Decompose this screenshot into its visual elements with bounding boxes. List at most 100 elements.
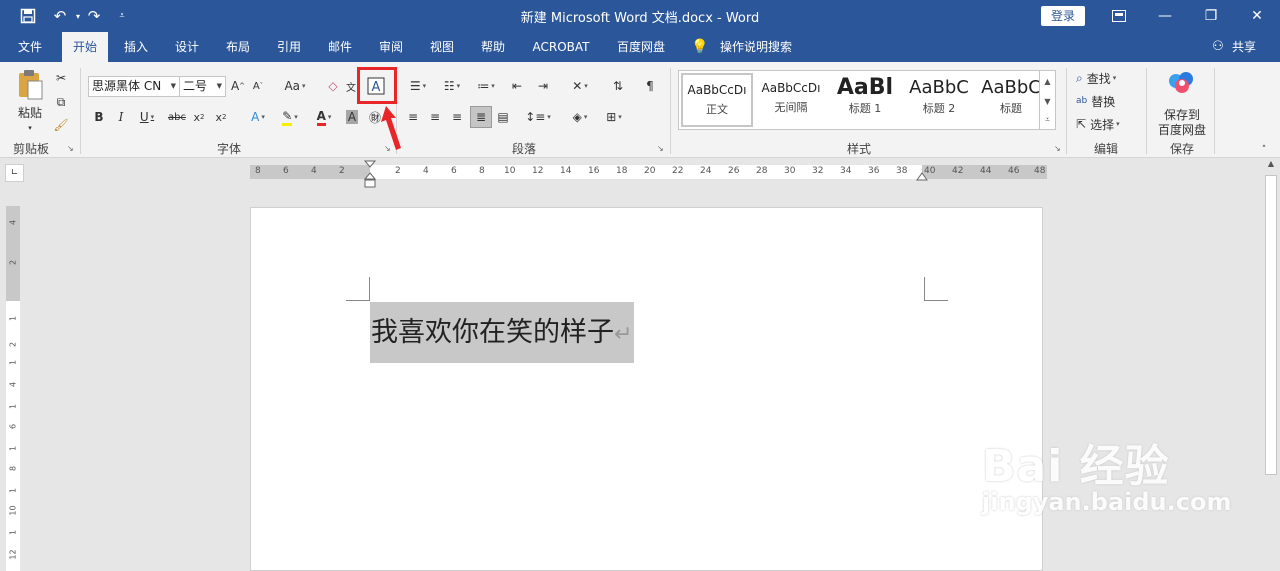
font-name-combo[interactable]: 思源黑体 CN ▼ bbox=[88, 76, 180, 97]
character-shading-icon[interactable]: A bbox=[344, 107, 360, 127]
scroll-up-icon[interactable]: ▲ bbox=[1264, 159, 1278, 173]
undo-icon[interactable]: ↶ bbox=[50, 6, 70, 26]
show-marks-icon[interactable]: ¶ bbox=[640, 76, 660, 96]
multilevel-list-icon[interactable]: ≔ ▾ bbox=[472, 76, 500, 96]
shrink-font-icon[interactable]: Aˇ bbox=[250, 76, 266, 96]
tab-acrobat[interactable]: ACROBAT bbox=[524, 32, 598, 62]
tab-references[interactable]: 引用 bbox=[267, 32, 311, 62]
tab-help[interactable]: 帮助 bbox=[471, 32, 515, 62]
paragraph-launcher-icon[interactable]: ↘ bbox=[657, 144, 664, 153]
tab-home[interactable]: 开始 bbox=[62, 32, 108, 62]
highlight-color-icon[interactable]: ✎ ▾ bbox=[276, 107, 304, 127]
font-size-combo[interactable]: 二号 ▼ bbox=[179, 76, 226, 97]
tab-mailings[interactable]: 邮件 bbox=[318, 32, 362, 62]
select-button[interactable]: ⇱ 选择 ▾ bbox=[1076, 114, 1140, 134]
close-icon[interactable]: ✕ bbox=[1234, 0, 1280, 32]
distributed-icon[interactable]: ▤ bbox=[494, 107, 512, 127]
scroll-thumb[interactable] bbox=[1265, 175, 1277, 475]
minimize-icon[interactable]: — bbox=[1142, 0, 1188, 32]
underline-icon[interactable]: U ▾ bbox=[136, 107, 158, 127]
tab-selector-icon[interactable]: ∟ bbox=[5, 164, 24, 182]
format-painter-icon[interactable]: 🖌 bbox=[52, 115, 70, 135]
tab-view[interactable]: 视图 bbox=[420, 32, 464, 62]
tab-insert[interactable]: 插入 bbox=[114, 32, 158, 62]
clear-formatting-icon[interactable]: ◇ bbox=[324, 76, 342, 96]
tab-review[interactable]: 审阅 bbox=[369, 32, 413, 62]
login-button[interactable]: 登录 bbox=[1041, 6, 1085, 26]
increase-indent-icon[interactable]: ⇥ bbox=[534, 76, 552, 96]
clipboard-launcher-icon[interactable]: ↘ bbox=[67, 144, 74, 153]
style-title[interactable]: AaBbC 标题 bbox=[975, 73, 1047, 127]
ruler-tick: 2 bbox=[339, 166, 345, 176]
style-name: 标题 bbox=[1000, 102, 1022, 115]
font-group-label: 字体 bbox=[216, 142, 241, 156]
style-name: 无间隔 bbox=[774, 101, 808, 114]
align-center-icon[interactable]: ≡ bbox=[426, 107, 444, 127]
line-spacing-icon[interactable]: ↕≡ ▾ bbox=[524, 107, 552, 127]
grow-font-icon[interactable]: A ^ bbox=[230, 76, 246, 96]
restore-icon[interactable]: ❐ bbox=[1188, 0, 1234, 32]
change-case-label: Aa bbox=[284, 79, 301, 93]
collapse-ribbon-icon[interactable]: ˄ bbox=[1256, 140, 1272, 160]
bold-icon[interactable]: B bbox=[92, 107, 106, 127]
italic-icon[interactable]: I bbox=[114, 107, 128, 127]
font-color-icon[interactable]: A ▾ bbox=[310, 107, 338, 127]
gallery-up-icon[interactable]: ▲ bbox=[1039, 71, 1055, 91]
ruler-tick: 1 bbox=[8, 359, 18, 366]
style-heading1[interactable]: AaBl 标题 1 bbox=[829, 73, 901, 127]
share-button[interactable]: 共享 bbox=[1228, 32, 1260, 62]
gallery-more-icon[interactable]: ⩡ bbox=[1039, 111, 1055, 129]
baidu-netdisk-icon[interactable] bbox=[1166, 68, 1198, 98]
selected-document-text[interactable]: 我喜欢你在笑的样子↵ bbox=[370, 302, 635, 363]
style-normal[interactable]: AaBbCcDı 正文 bbox=[681, 73, 753, 127]
editing-group-label: 编辑 bbox=[1093, 142, 1118, 156]
bullets-icon[interactable]: ☰ ▾ bbox=[404, 76, 432, 96]
tab-baidu-netdisk[interactable]: 百度网盘 bbox=[608, 32, 674, 62]
vertical-scrollbar[interactable]: ▲ bbox=[1262, 159, 1280, 571]
text-effects-icon[interactable]: A ▾ bbox=[244, 107, 272, 127]
replace-button[interactable]: ab 替换 bbox=[1076, 91, 1140, 111]
ruler-tick: 1 bbox=[8, 315, 18, 322]
align-right-icon[interactable]: ≡ bbox=[448, 107, 466, 127]
tab-layout[interactable]: 布局 bbox=[216, 32, 260, 62]
tell-me-search[interactable]: 操作说明搜索 bbox=[714, 32, 798, 62]
paste-dropdown-icon[interactable]: ▾ bbox=[22, 118, 38, 138]
ruler-tick: 1 bbox=[8, 445, 18, 452]
shading-icon[interactable]: ◈ ▾ bbox=[566, 107, 594, 127]
cut-icon[interactable]: ✂ bbox=[52, 68, 70, 88]
superscript-icon[interactable]: x2 bbox=[212, 107, 230, 127]
tab-design[interactable]: 设计 bbox=[165, 32, 209, 62]
phonetic-guide-icon[interactable]: 文 bbox=[344, 76, 358, 96]
decrease-indent-icon[interactable]: ⇤ bbox=[508, 76, 526, 96]
watermark-sub: jingyan.baidu.com bbox=[982, 488, 1232, 516]
right-indent-marker-icon[interactable] bbox=[916, 171, 928, 183]
tab-file[interactable]: 文件 bbox=[8, 32, 52, 62]
find-button[interactable]: ⌕ 查找 ▾ bbox=[1076, 68, 1140, 88]
align-left-icon[interactable]: ≡ bbox=[404, 107, 422, 127]
numbering-icon[interactable]: ☷ ▾ bbox=[438, 76, 466, 96]
gallery-down-icon[interactable]: ▼ bbox=[1039, 91, 1055, 111]
justify-icon[interactable]: ≣ bbox=[470, 106, 492, 128]
borders-icon[interactable]: ⊞ ▾ bbox=[600, 107, 628, 127]
style-heading2[interactable]: AaBbC 标题 2 bbox=[903, 73, 975, 127]
copy-icon[interactable]: ⧉ bbox=[52, 92, 70, 112]
ribbon-display-icon[interactable] bbox=[1096, 0, 1142, 32]
indent-markers-icon[interactable] bbox=[364, 160, 376, 190]
subscript-icon[interactable]: x2 bbox=[190, 107, 208, 127]
redo-icon[interactable]: ↷ bbox=[84, 6, 104, 26]
chinese-layout-icon[interactable]: ✕ ▾ bbox=[566, 76, 594, 96]
paste-icon[interactable] bbox=[12, 68, 48, 102]
strikethrough-icon[interactable]: abc bbox=[166, 107, 188, 127]
window-title: 新建 Microsoft Word 文档.docx - Word bbox=[520, 11, 760, 26]
style-no-spacing[interactable]: AaBbCcDı 无间隔 bbox=[755, 73, 827, 127]
sort-icon[interactable]: ⇅ bbox=[608, 76, 628, 96]
styles-launcher-icon[interactable]: ↘ bbox=[1054, 144, 1061, 153]
ruler-tick: 48 bbox=[1034, 166, 1046, 176]
save-icon[interactable] bbox=[18, 6, 38, 26]
clipboard-group-label: 剪贴板 bbox=[12, 142, 49, 156]
document-page[interactable] bbox=[250, 207, 1043, 571]
change-case-button[interactable]: Aa ▾ bbox=[280, 76, 310, 96]
save-to-line2[interactable]: 百度网盘 bbox=[1152, 119, 1212, 139]
vertical-ruler[interactable]: 4 2 1 2 1 4 1 6 1 8 1 10 1 12 bbox=[6, 206, 20, 571]
customize-qat-icon[interactable]: ⩡ bbox=[112, 6, 132, 26]
